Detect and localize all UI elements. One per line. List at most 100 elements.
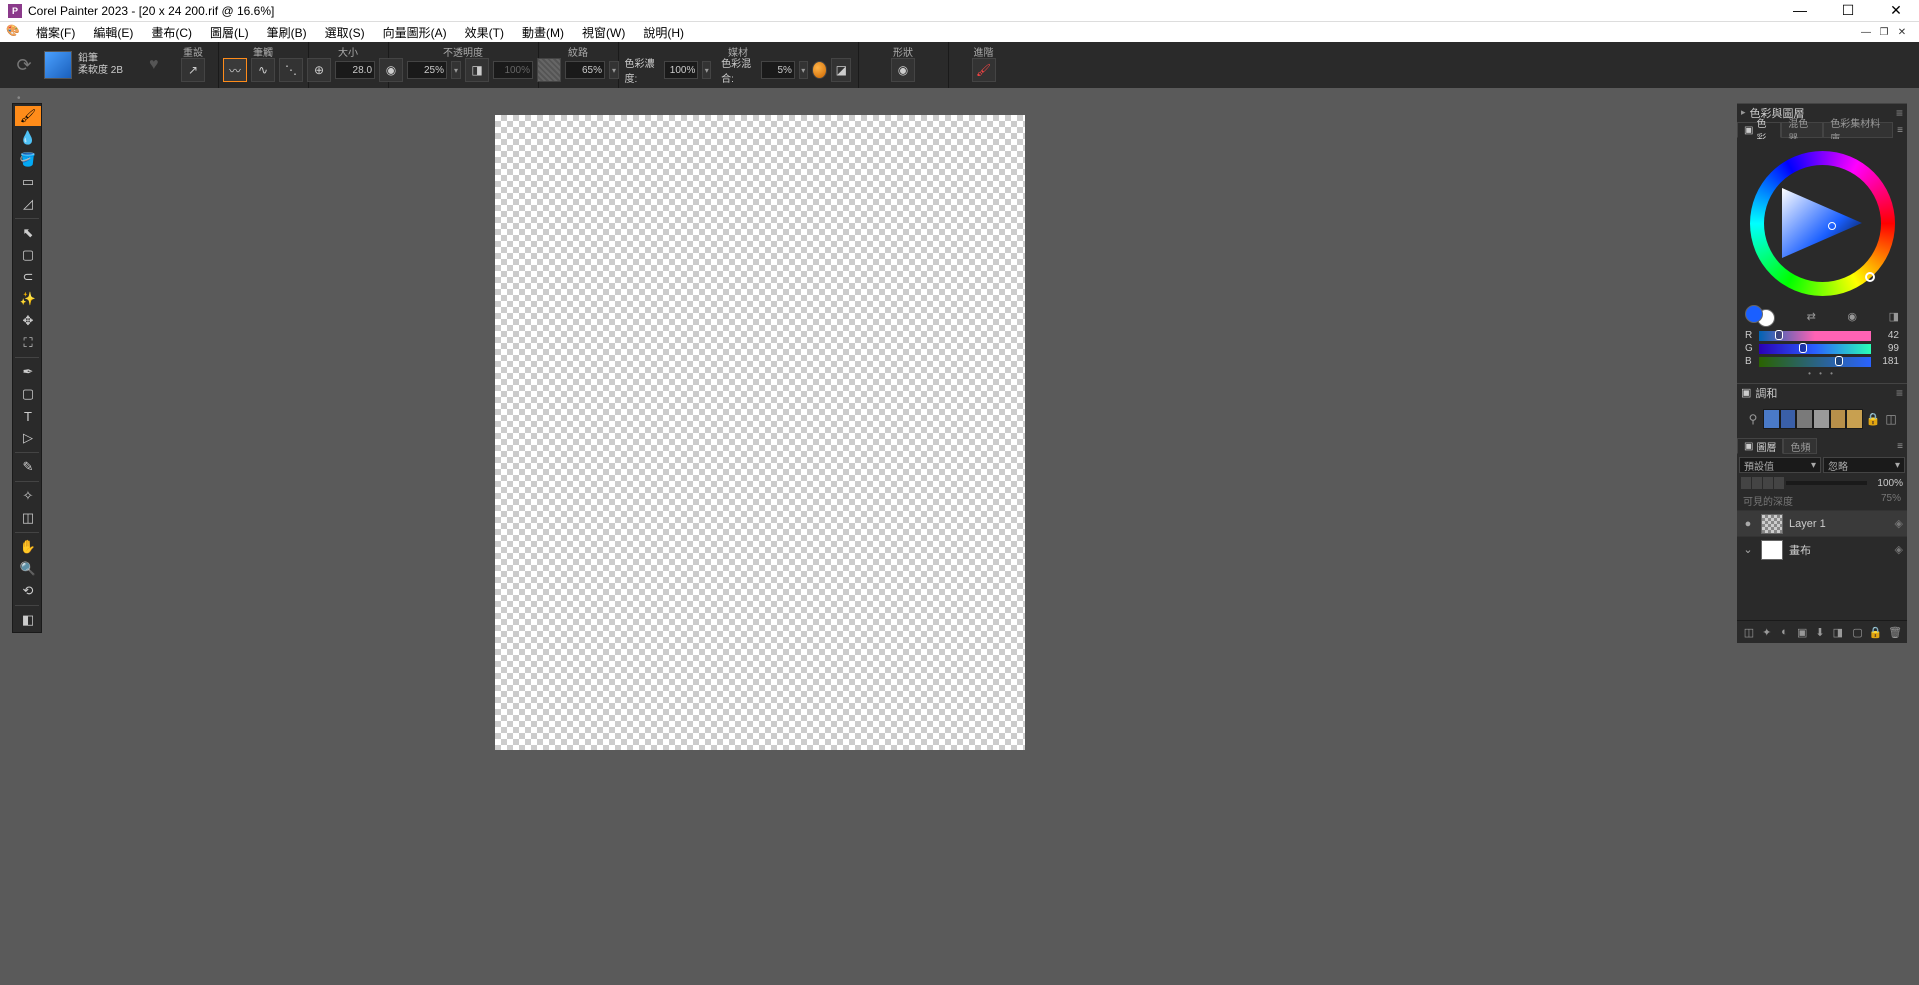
rect-select-tool[interactable]: ▢ bbox=[15, 245, 41, 265]
rotate-page-tool[interactable]: ⟲ bbox=[15, 581, 41, 601]
menu-canvas[interactable]: 畫布(C) bbox=[143, 22, 200, 43]
layer-adjuster-tool[interactable]: ⬉ bbox=[15, 223, 41, 243]
dab-type-3[interactable]: ⋱ bbox=[279, 58, 303, 82]
harmony-swatch-5[interactable] bbox=[1846, 409, 1863, 429]
eraser2-tool[interactable]: ◿ bbox=[15, 194, 41, 214]
lock-layer-icon[interactable]: 🔒 bbox=[1867, 624, 1883, 640]
rect-shape-tool[interactable]: ▢ bbox=[15, 384, 41, 404]
menu-window[interactable]: 視窗(W) bbox=[574, 22, 633, 43]
grabber-tool[interactable]: ✋ bbox=[15, 537, 41, 557]
shape-select-tool[interactable]: ▷ bbox=[15, 428, 41, 448]
eraser-tool[interactable]: ▭ bbox=[15, 172, 41, 192]
menu-shapes[interactable]: 向量圖形(A) bbox=[375, 22, 455, 43]
layer-visibility-icon[interactable]: ● bbox=[1741, 518, 1755, 530]
new-layer-icon[interactable]: ◫ bbox=[1741, 624, 1757, 640]
menu-brushes[interactable]: 筆刷(B) bbox=[259, 22, 315, 43]
clone-color-toggle[interactable]: ◉ bbox=[1847, 310, 1857, 323]
sv-handle[interactable] bbox=[1828, 222, 1836, 230]
reset-button[interactable]: ↗ bbox=[181, 58, 205, 82]
color-selector-tool[interactable]: ◧ bbox=[15, 610, 41, 630]
grain-icon[interactable] bbox=[537, 58, 561, 82]
dodge-tool[interactable]: ✧ bbox=[15, 486, 41, 506]
size-input[interactable] bbox=[335, 61, 375, 79]
menu-layers[interactable]: 圖層(L) bbox=[202, 22, 257, 43]
cloner-tool[interactable]: ✎ bbox=[15, 457, 41, 477]
dab-type-2[interactable]: ∿ bbox=[251, 58, 275, 82]
r-slider[interactable] bbox=[1759, 331, 1871, 341]
harmony-header[interactable]: ▣ 調和 ≡ bbox=[1737, 383, 1907, 401]
dropper-tool[interactable]: 💧 bbox=[15, 128, 41, 148]
color-swatch-icon[interactable] bbox=[812, 61, 827, 79]
tab-channels[interactable]: 色頻 bbox=[1783, 438, 1817, 454]
blend-scope-select[interactable]: 忽略▾ bbox=[1823, 457, 1905, 473]
size-icon[interactable]: ⊕ bbox=[307, 58, 331, 82]
brush-selector[interactable]: ⟳ 鉛筆 柔軟度 2B ♥ bbox=[0, 42, 169, 88]
paint-bucket-tool[interactable]: 🪣 bbox=[15, 150, 41, 170]
group-icon[interactable]: ▣ bbox=[1794, 624, 1810, 640]
painter-menu-icon[interactable]: 🎨 bbox=[6, 24, 22, 40]
opacity-icon[interactable]: ◉ bbox=[379, 58, 403, 82]
menu-edit[interactable]: 編輯(E) bbox=[85, 22, 141, 43]
harmony-swatch-4[interactable] bbox=[1830, 409, 1847, 429]
clip-icon[interactable]: ◨ bbox=[1830, 624, 1846, 640]
hue-ring-handle[interactable] bbox=[1865, 272, 1875, 282]
layer-row[interactable]: ⌄ 畫布 ◈ bbox=[1737, 536, 1907, 562]
primary-color[interactable] bbox=[1745, 305, 1763, 323]
harmony-link-icon[interactable]: ⚲ bbox=[1745, 411, 1761, 427]
canvas[interactable] bbox=[495, 115, 1025, 750]
doc-restore[interactable]: ❐ bbox=[1877, 27, 1891, 38]
grain-input[interactable] bbox=[565, 61, 605, 79]
lasso-tool[interactable]: ⊂ bbox=[15, 267, 41, 287]
menu-file[interactable]: 檔案(F) bbox=[28, 22, 83, 43]
menu-effects[interactable]: 效果(T) bbox=[457, 22, 512, 43]
layer-lock-icons[interactable] bbox=[1741, 477, 1784, 489]
divine-proportion-tool[interactable]: ◫ bbox=[15, 508, 41, 528]
magnifier-tool[interactable]: 🔍 bbox=[15, 559, 41, 579]
layer-opacity-slider[interactable] bbox=[1786, 481, 1867, 485]
tab-color[interactable]: ▣色彩 bbox=[1737, 122, 1781, 138]
harmony-lock-icon[interactable]: 🔒 bbox=[1865, 411, 1881, 427]
blend-mode-select[interactable]: 預設值▾ bbox=[1739, 457, 1821, 473]
tab-layers[interactable]: ▣圖層 bbox=[1737, 438, 1783, 454]
menu-movie[interactable]: 動畫(M) bbox=[514, 22, 572, 43]
menu-help[interactable]: 說明(H) bbox=[635, 22, 692, 43]
merge-icon[interactable]: ⬇ bbox=[1812, 624, 1828, 640]
tab-mixer[interactable]: 混色器 bbox=[1781, 122, 1823, 138]
harmony-swatch-1[interactable] bbox=[1780, 409, 1797, 429]
opacity-toggle[interactable]: ◨ bbox=[465, 58, 489, 82]
reset-colors-icon[interactable]: ◨ bbox=[1889, 310, 1899, 323]
delete-layer-icon[interactable]: 🗑 bbox=[1887, 624, 1903, 640]
layers-panel-menu[interactable]: ≡ bbox=[1893, 441, 1907, 452]
shape-button[interactable]: ◉ bbox=[891, 58, 915, 82]
color-swatches[interactable] bbox=[1745, 305, 1775, 327]
close-button[interactable]: ✕ bbox=[1881, 2, 1911, 19]
color-panel-menu[interactable]: ≡ bbox=[1893, 125, 1907, 136]
minimize-button[interactable]: — bbox=[1785, 2, 1815, 19]
panel-menu-icon[interactable]: ≡ bbox=[1896, 106, 1903, 120]
expand-sliders[interactable]: • • • bbox=[1741, 368, 1903, 379]
harmony-add-icon[interactable]: ◫ bbox=[1883, 411, 1899, 427]
pen-tool[interactable]: ✒ bbox=[15, 362, 41, 382]
grain-dropdown[interactable]: ▾ bbox=[609, 61, 619, 79]
favorite-icon[interactable]: ♥ bbox=[149, 56, 159, 74]
density-input[interactable] bbox=[664, 61, 698, 79]
layer-row[interactable]: ● Layer 1 ◈ bbox=[1737, 510, 1907, 536]
swap-colors-icon[interactable]: ⇄ bbox=[1807, 310, 1816, 323]
blend-dropdown[interactable]: ▾ bbox=[799, 61, 808, 79]
g-slider[interactable] bbox=[1759, 344, 1871, 354]
doc-minimize[interactable]: — bbox=[1859, 27, 1873, 38]
opacity2-input[interactable] bbox=[493, 61, 533, 79]
advanced-button[interactable]: 🖌 bbox=[972, 58, 996, 82]
transform-tool[interactable]: ✥ bbox=[15, 311, 41, 331]
blend-input[interactable] bbox=[761, 61, 795, 79]
harmony-swatch-3[interactable] bbox=[1813, 409, 1830, 429]
mask-icon[interactable]: ◐ bbox=[1777, 624, 1793, 640]
tab-colorset[interactable]: 色彩集材料庫 bbox=[1823, 122, 1893, 138]
dab-type-1[interactable]: 〰 bbox=[223, 58, 247, 82]
new-layer2-icon[interactable]: ▢ bbox=[1850, 624, 1866, 640]
maximize-button[interactable]: ☐ bbox=[1833, 2, 1863, 19]
b-slider[interactable] bbox=[1759, 357, 1871, 367]
harmony-menu[interactable]: ≡ bbox=[1896, 386, 1903, 400]
crop-tool[interactable]: ⛶ bbox=[15, 333, 41, 353]
text-tool[interactable]: T bbox=[15, 406, 41, 426]
